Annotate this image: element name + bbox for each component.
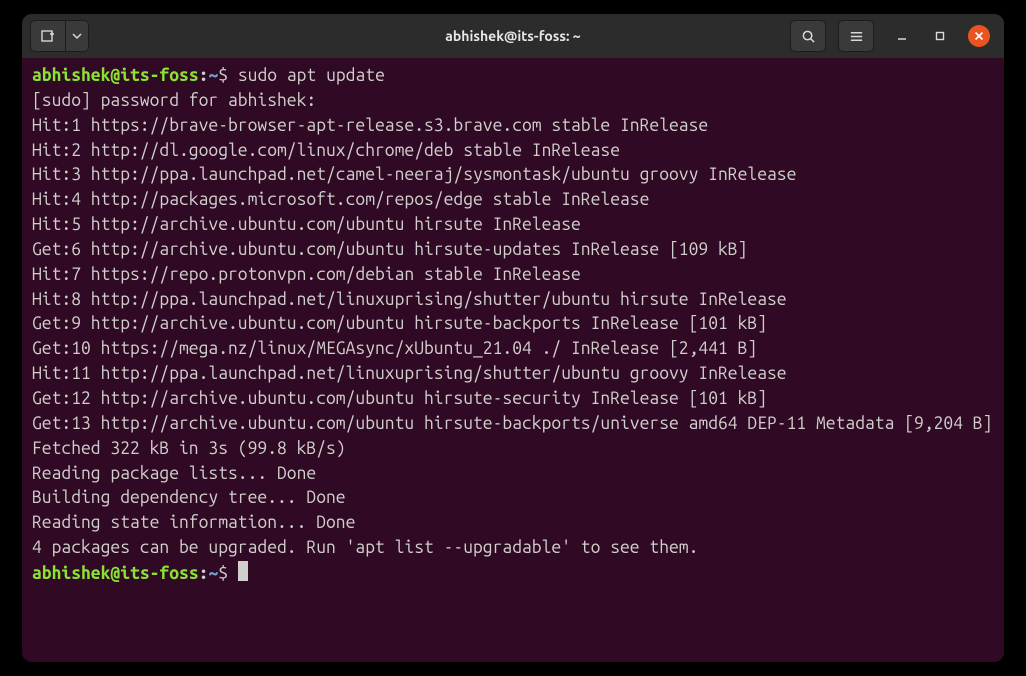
prompt-host: its-foss bbox=[120, 66, 198, 85]
prompt-dollar: $ bbox=[218, 564, 228, 583]
titlebar-right-group bbox=[790, 20, 996, 52]
prompt-host: its-foss bbox=[120, 564, 198, 583]
maximize-button[interactable] bbox=[930, 26, 950, 46]
terminal-output: [sudo] password for abhishek: Hit:1 http… bbox=[32, 91, 992, 557]
close-icon bbox=[974, 31, 984, 41]
prompt-at: @ bbox=[110, 564, 120, 583]
minimize-icon bbox=[896, 30, 908, 42]
titlebar: abhishek@its-foss: ~ bbox=[22, 14, 1004, 58]
prompt-colon: : bbox=[199, 66, 209, 85]
prompt-at: @ bbox=[110, 66, 120, 85]
new-tab-button[interactable] bbox=[30, 20, 66, 52]
search-button[interactable] bbox=[790, 20, 826, 52]
maximize-icon bbox=[934, 30, 946, 42]
chevron-down-icon bbox=[72, 31, 82, 41]
prompt-colon: : bbox=[199, 564, 209, 583]
terminal-window: abhishek@its-foss: ~ abhishek@its-fos bbox=[22, 14, 1004, 662]
cursor bbox=[238, 561, 248, 581]
menu-button[interactable] bbox=[838, 20, 874, 52]
terminal-area[interactable]: abhishek@its-foss:~$ sudo apt update [su… bbox=[22, 58, 1004, 662]
prompt-user: abhishek bbox=[32, 66, 110, 85]
titlebar-left-group bbox=[30, 20, 89, 52]
prompt-path: ~ bbox=[208, 66, 218, 85]
hamburger-icon bbox=[849, 29, 864, 44]
search-icon bbox=[801, 29, 816, 44]
new-tab-icon bbox=[40, 28, 56, 44]
new-tab-dropdown-button[interactable] bbox=[66, 20, 89, 52]
prompt-user: abhishek bbox=[32, 564, 110, 583]
prompt-path: ~ bbox=[208, 564, 218, 583]
command-text: sudo apt update bbox=[238, 66, 385, 85]
prompt-dollar: $ bbox=[218, 66, 228, 85]
window-controls bbox=[892, 25, 990, 47]
close-button[interactable] bbox=[968, 25, 990, 47]
minimize-button[interactable] bbox=[892, 26, 912, 46]
